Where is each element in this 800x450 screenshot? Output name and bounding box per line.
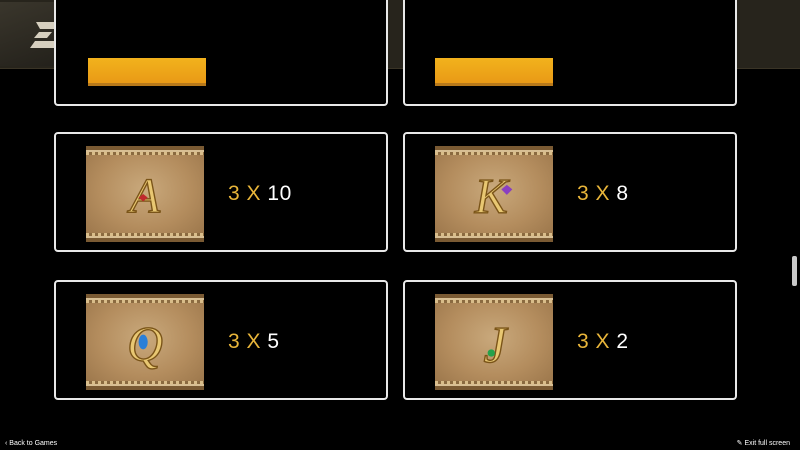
exit-full-screen-link[interactable]: ✎ Exit full screen: [737, 439, 790, 448]
symbol-card-partial-left: [54, 0, 388, 106]
payout-text: 3 X 10: [228, 182, 292, 205]
symbol-card-k: K 3 X 8: [403, 132, 737, 252]
pencil-icon: ✎: [736, 440, 743, 447]
symbol-card-a: A 3 X 10: [54, 132, 388, 252]
back-to-games-link[interactable]: ‹ Back to Games: [5, 439, 57, 448]
gem-symbol-tile: [435, 58, 553, 86]
symbol-tile-k: K: [435, 146, 553, 242]
payout-text: 3 X 8: [577, 182, 629, 205]
symbol-card-j: J 3 X 2: [403, 280, 737, 400]
chevron-left-icon: ‹: [5, 440, 8, 447]
symbol-tile-a: A: [86, 146, 204, 242]
symbol-tile-q: Q: [86, 294, 204, 390]
svg-text:K: K: [474, 168, 511, 223]
payout-text: 3 X 2: [577, 330, 629, 353]
scrollbar-thumb[interactable]: [792, 256, 797, 286]
svg-text:J: J: [484, 317, 509, 374]
symbol-card-partial-right: [403, 0, 737, 106]
gem-symbol-tile: [88, 58, 206, 86]
symbol-card-q: Q 3 X 5: [54, 280, 388, 400]
symbol-tile-j: J: [435, 294, 553, 390]
payout-text: 3 X 5: [228, 330, 280, 353]
